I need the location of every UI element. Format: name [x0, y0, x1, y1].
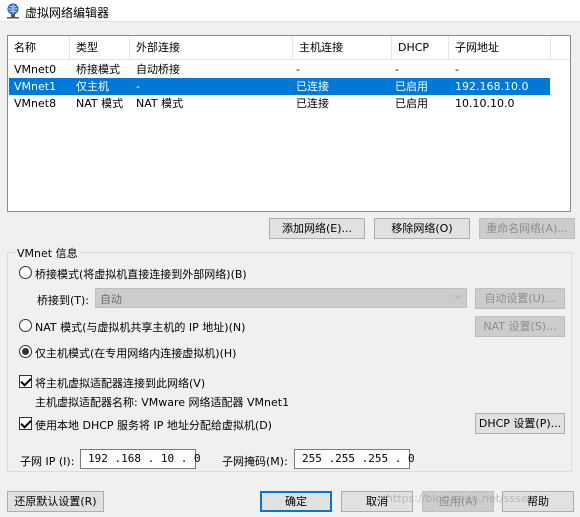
- subnet-mask-field[interactable]: 255 .255 .255 . 0: [294, 449, 415, 469]
- nat-settings-button[interactable]: NAT 设置(S)...: [475, 316, 565, 337]
- column-header-type[interactable]: 类型: [70, 36, 130, 60]
- cell-name: VMnet0: [14, 63, 57, 76]
- table-row-vmnet8[interactable]: VMnet8 NAT 模式 NAT 模式 已连接 已启用 10.10.10.0: [8, 95, 570, 112]
- dhcp-checkbox[interactable]: [19, 417, 32, 430]
- cell-name: VMnet8: [14, 97, 57, 110]
- host-only-mode-radio[interactable]: [19, 345, 32, 358]
- ok-button[interactable]: 确定: [260, 491, 332, 512]
- network-list[interactable]: 名称 类型 外部连接 主机连接 DHCP 子网地址 VMnet0 桥接模式 自动…: [7, 35, 571, 212]
- cell-external: 自动桥接: [136, 63, 180, 76]
- column-header-subnet[interactable]: 子网地址: [449, 36, 551, 60]
- table-row-vmnet1[interactable]: VMnet1 仅主机 - 已连接 已启用 192.168.10.0: [8, 78, 570, 95]
- cell-name: VMnet1: [14, 80, 57, 93]
- connect-host-adapter-checkbox[interactable]: [19, 375, 32, 388]
- vmnet-info-group: [7, 252, 572, 472]
- cell-host: -: [296, 63, 300, 76]
- network-editor-icon: [7, 3, 19, 19]
- cell-external: NAT 模式: [136, 97, 184, 110]
- cell-dhcp: 已启用: [395, 97, 428, 110]
- connect-host-adapter-label[interactable]: 将主机虚拟适配器连接到此网络(V): [35, 375, 205, 391]
- list-header: 名称 类型 外部连接 主机连接 DHCP 子网地址: [8, 36, 570, 60]
- bridge-to-value: 自动: [100, 293, 122, 306]
- subnet-mask-label: 子网掩码(M):: [222, 455, 288, 468]
- bridge-to-select[interactable]: 自动 ⌵: [95, 288, 467, 308]
- cell-host: 已连接: [296, 80, 329, 93]
- cell-external: -: [136, 80, 140, 93]
- subnet-ip-field[interactable]: 192 .168 . 10 . 0: [80, 449, 201, 469]
- column-header-external[interactable]: 外部连接: [130, 36, 293, 60]
- watermark-text: https://blog.csdn.net/sssec: [386, 492, 534, 505]
- remove-network-button[interactable]: 移除网络(O): [374, 218, 470, 239]
- cell-type: 仅主机: [76, 80, 109, 93]
- cell-type: 桥接模式: [76, 63, 120, 76]
- window-title: 虚拟网络编辑器: [25, 6, 110, 20]
- subnet-ip-label: 子网 IP (I):: [20, 455, 75, 468]
- cell-dhcp: 已启用: [395, 80, 428, 93]
- title-bar: 虚拟网络编辑器: [0, 0, 580, 22]
- column-header-dhcp[interactable]: DHCP: [392, 36, 449, 60]
- restore-defaults-button[interactable]: 还原默认设置(R): [7, 491, 104, 512]
- table-row-vmnet0[interactable]: VMnet0 桥接模式 自动桥接 - - -: [8, 61, 570, 78]
- cell-subnet: 10.10.10.0: [455, 97, 515, 110]
- cell-host: 已连接: [296, 97, 329, 110]
- host-only-mode-label[interactable]: 仅主机模式(在专用网络内连接虚拟机)(H): [35, 345, 236, 361]
- rename-network-button[interactable]: 重命名网络(A)...: [479, 218, 575, 239]
- cell-type: NAT 模式: [76, 97, 124, 110]
- vmnet-info-title: VMnet 信息: [15, 245, 80, 261]
- bridge-to-label: 桥接到(T):: [37, 294, 90, 307]
- bridged-mode-radio[interactable]: [19, 266, 32, 279]
- add-network-button[interactable]: 添加网络(E)...: [269, 218, 365, 239]
- bridged-mode-label[interactable]: 桥接模式(将虚拟机直接连接到外部网络)(B): [35, 266, 247, 282]
- nat-mode-label[interactable]: NAT 模式(与虚拟机共享主机的 IP 地址)(N): [35, 319, 245, 335]
- cell-subnet: -: [455, 63, 459, 76]
- cell-dhcp: -: [395, 63, 399, 76]
- host-adapter-name: 主机虚拟适配器名称: VMware 网络适配器 VMnet1: [35, 396, 290, 409]
- column-header-host[interactable]: 主机连接: [293, 36, 392, 60]
- dhcp-settings-button[interactable]: DHCP 设置(P)...: [475, 413, 565, 434]
- nat-mode-radio[interactable]: [19, 319, 32, 332]
- dhcp-label[interactable]: 使用本地 DHCP 服务将 IP 地址分配给虚拟机(D): [35, 417, 272, 433]
- chevron-down-icon: ⌵: [454, 291, 462, 302]
- auto-settings-button[interactable]: 自动设置(U)...: [475, 288, 565, 309]
- cell-subnet: 192.168.10.0: [455, 80, 529, 93]
- column-header-name[interactable]: 名称: [8, 36, 70, 60]
